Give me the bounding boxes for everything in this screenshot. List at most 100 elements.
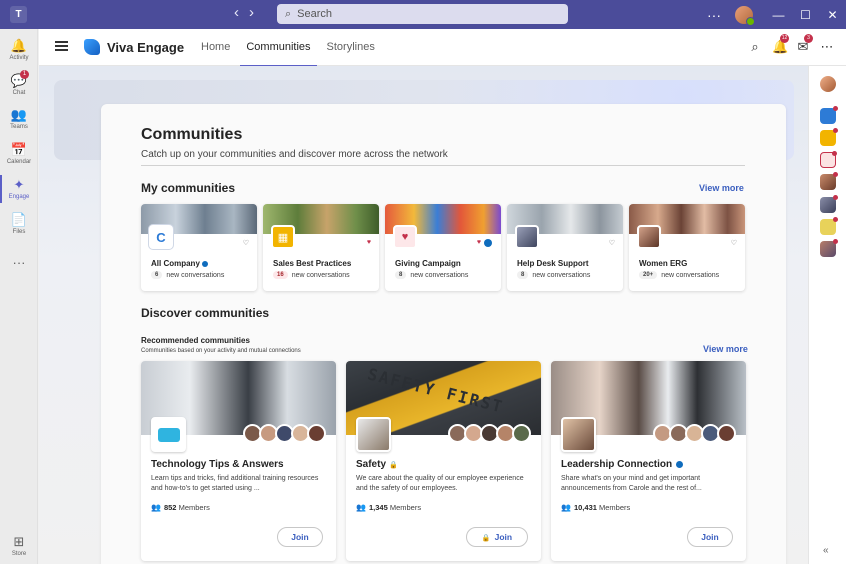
cover-text: SAFETY FIRST xyxy=(365,364,506,417)
community-women-erg-icon[interactable] xyxy=(820,172,838,190)
favorite-heart-icon[interactable]: ♡ xyxy=(609,239,615,247)
community-stats: 8 new conversations xyxy=(395,271,468,279)
rail-label: Chat xyxy=(12,90,26,96)
member-count: 👥 10,431 Members xyxy=(561,503,631,512)
back-arrow-icon[interactable]: ‹ xyxy=(234,4,249,21)
close-button[interactable]: ✕ xyxy=(819,8,846,22)
favorite-heart-icon[interactable]: ♡ xyxy=(243,239,249,247)
helpdesk-photo-icon xyxy=(515,225,539,249)
member-avatar xyxy=(512,424,531,443)
community-description: Share what's on your mind and get import… xyxy=(561,475,702,492)
people-icon: 👥 xyxy=(356,503,366,512)
rail-label: Files xyxy=(12,229,26,235)
search-input[interactable]: ⌕ Search xyxy=(277,4,568,24)
community-leadership-icon[interactable] xyxy=(820,239,838,257)
favorite-heart-icon[interactable]: ♥ xyxy=(367,239,371,246)
community-name: All Company xyxy=(151,259,208,268)
more-apps-icon: ··· xyxy=(12,255,26,270)
nav-arrows: ‹› xyxy=(234,4,264,21)
member-count: 👥 1,345 Members xyxy=(356,503,422,512)
join-button[interactable]: Join xyxy=(687,527,733,547)
community-stats: 20+ new conversations xyxy=(639,271,719,279)
community-card-sales[interactable]: ▦ ♥ Sales Best Practices 16 new conversat… xyxy=(263,204,379,291)
more-options-icon[interactable]: ··· xyxy=(699,7,729,23)
collapse-chevron-icon[interactable]: « xyxy=(823,545,829,556)
inbox-icon[interactable]: ✉ 3 xyxy=(796,34,813,55)
discover-card-safety[interactable]: SAFETY FIRST Safety 🔒 We care about the q… xyxy=(346,361,541,561)
join-button[interactable]: 🔒 Join xyxy=(466,527,528,547)
nav-tabs: Home Communities Storylines xyxy=(193,29,383,67)
maximize-button[interactable]: ☐ xyxy=(792,8,819,22)
conversation-suffix: new conversations xyxy=(661,271,720,279)
rail-item-activity[interactable]: 🔔 Activity xyxy=(0,38,38,61)
rail-label: Teams xyxy=(10,124,28,130)
rail-item-store[interactable]: ⊞ Store xyxy=(0,534,38,557)
conversation-count: 8 xyxy=(395,271,407,279)
inbox-badge: 3 xyxy=(804,34,813,43)
technology-logo-icon xyxy=(151,417,186,452)
sales-chart-icon: ▦ xyxy=(271,225,295,249)
rail-item-files[interactable]: 📄 Files xyxy=(0,212,38,235)
discover-card-leadership[interactable]: Leadership Connection Share what's on yo… xyxy=(551,361,746,561)
profile-avatar[interactable] xyxy=(820,76,836,92)
main-content: Communities Catch up on your communities… xyxy=(39,66,808,564)
community-card-women-erg[interactable]: ♡ Women ERG 20+ new conversations xyxy=(629,204,745,291)
verified-badge-icon xyxy=(201,260,208,267)
rail-item-more[interactable]: ··· xyxy=(0,255,38,271)
people-icon: 👥 xyxy=(561,503,571,512)
conversation-count: 6 xyxy=(151,271,163,279)
join-button[interactable]: Join xyxy=(277,527,323,547)
recommended-title: Recommended communities xyxy=(141,336,250,345)
communities-panel: Communities Catch up on your communities… xyxy=(101,104,786,564)
community-description: We care about the quality of our employe… xyxy=(356,475,524,492)
rail-item-engage[interactable]: ✦ Engage xyxy=(0,175,38,203)
community-all-company-icon[interactable] xyxy=(820,106,838,124)
notification-on-icon[interactable] xyxy=(484,239,492,247)
tab-home[interactable]: Home xyxy=(193,29,238,66)
hamburger-menu-icon[interactable] xyxy=(55,41,68,51)
community-name: Leadership Connection xyxy=(561,459,684,470)
member-avatar xyxy=(307,424,326,443)
my-communities-view-more-link[interactable]: View more xyxy=(699,183,744,193)
forward-arrow-icon[interactable]: › xyxy=(249,4,264,21)
community-name: Women ERG xyxy=(639,259,688,268)
my-communities-title: My communities xyxy=(141,181,236,195)
chat-icon: 💬 xyxy=(10,73,28,88)
tab-storylines[interactable]: Storylines xyxy=(319,29,383,66)
store-icon: ⊞ xyxy=(13,534,25,549)
community-name: Sales Best Practices xyxy=(273,259,352,268)
discover-view-more-link[interactable]: View more xyxy=(703,344,748,354)
chat-badge: 1 xyxy=(20,70,29,79)
page-title: Communities xyxy=(141,126,243,143)
community-stats: 8 new conversations xyxy=(517,271,590,279)
favorite-heart-icon[interactable]: ♡ xyxy=(731,239,737,247)
community-card-giving[interactable]: ♥ ♥ Giving Campaign 8 new conversations xyxy=(385,204,501,291)
conversation-count: 8 xyxy=(517,271,529,279)
community-stats: 16 new conversations xyxy=(273,271,350,279)
community-tips-icon[interactable] xyxy=(820,217,838,235)
rail-item-chat[interactable]: 💬 1 Chat xyxy=(0,70,38,96)
heart-balloon-icon: ♥ xyxy=(393,225,417,249)
favorite-heart-icon[interactable]: ♥ xyxy=(477,239,481,246)
rail-item-calendar[interactable]: 📅 Calendar xyxy=(0,142,38,165)
community-card-helpdesk[interactable]: ♡ Help Desk Support 8 new conversations xyxy=(507,204,623,291)
user-avatar[interactable] xyxy=(735,5,755,26)
rail-item-teams[interactable]: 👥 Teams xyxy=(0,107,38,130)
lock-icon: 🔒 xyxy=(481,535,491,542)
community-card-all-company[interactable]: C ♡ All Company 6 new conversations xyxy=(141,204,257,291)
notifications-icon[interactable]: 🔔 12 xyxy=(772,34,789,55)
title-bar: T ‹› ⌕ Search ··· — ☐ ✕ xyxy=(0,0,846,29)
right-rail: « xyxy=(808,66,846,564)
leadership-photo-icon xyxy=(561,417,596,452)
community-description: Learn tips and tricks, find additional t… xyxy=(151,475,319,492)
community-helpdesk-icon[interactable] xyxy=(820,195,838,213)
search-icon[interactable]: ⌕ xyxy=(748,39,762,55)
minimize-button[interactable]: — xyxy=(765,8,792,22)
community-name: Help Desk Support xyxy=(517,259,589,268)
discover-card-technology[interactable]: Technology Tips & Answers Learn tips and… xyxy=(141,361,336,561)
community-sales-icon[interactable] xyxy=(820,128,838,146)
community-giving-icon[interactable] xyxy=(820,151,837,168)
more-options-icon[interactable]: ⋯ xyxy=(820,39,834,55)
community-name: Technology Tips & Answers xyxy=(151,459,284,470)
tab-communities[interactable]: Communities xyxy=(238,29,318,67)
